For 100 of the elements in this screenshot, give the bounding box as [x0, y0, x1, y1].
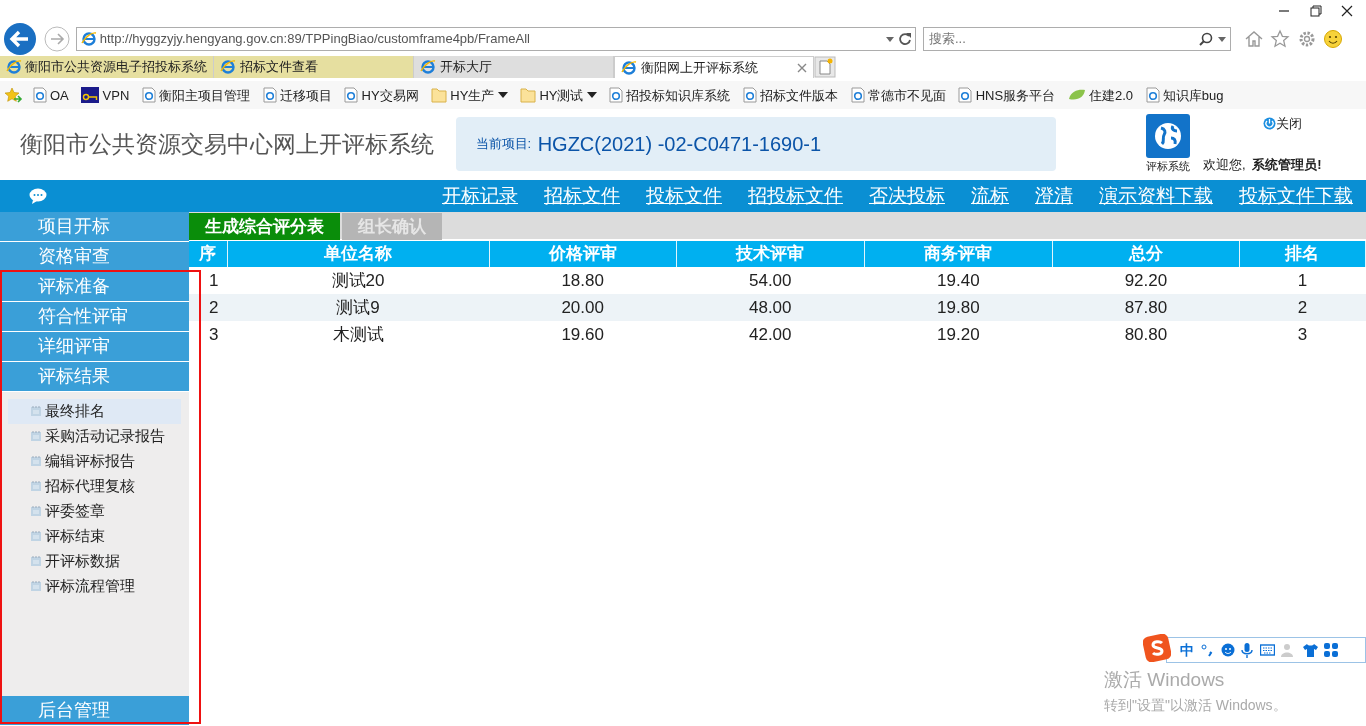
nav-link[interactable]: 招投标文件 [735, 181, 856, 211]
favorite-link[interactable]: 知识库bug [1142, 85, 1227, 105]
microphone-icon[interactable] [1241, 642, 1253, 658]
favorite-link[interactable]: 住建2.0 [1064, 85, 1136, 105]
sidebar-item[interactable]: 采购活动记录报告 [8, 423, 181, 449]
folder-icon [431, 87, 448, 104]
dropdown-icon[interactable] [884, 34, 895, 44]
browser-icon [220, 59, 237, 75]
key-icon [81, 87, 100, 104]
page-icon [1145, 87, 1160, 104]
favorite-link[interactable]: VPN [78, 85, 133, 105]
table-cell: 80.80 [1052, 321, 1240, 348]
notepad-icon [30, 555, 42, 567]
table-cell: 19.60 [489, 321, 677, 348]
chat-icon[interactable] [29, 188, 47, 204]
logout-link[interactable]: 关闭 [1262, 114, 1302, 134]
column-header: 排名 [1239, 241, 1366, 267]
grid-icon[interactable] [1324, 643, 1338, 657]
column-header: 单位名称 [227, 241, 490, 267]
favorite-link[interactable]: 常德市不见面 [847, 85, 949, 105]
browser-icon [80, 31, 97, 47]
table-cell: 87.80 [1052, 294, 1240, 321]
favorite-link[interactable]: 衡阳主项目管理 [138, 85, 254, 105]
back-icon[interactable] [3, 22, 38, 56]
favorite-link[interactable]: OA [29, 85, 72, 105]
table-cell: 2 [1239, 294, 1366, 321]
table-cell: 20.00 [489, 294, 677, 321]
tab[interactable]: 生成综合评分表 [189, 213, 340, 240]
ime-logo-icon[interactable] [1143, 634, 1171, 662]
emoji-icon[interactable] [1220, 643, 1235, 657]
table-cell: 19.20 [864, 321, 1053, 348]
nav-link[interactable]: 否决投标 [856, 181, 958, 211]
browser-icon [6, 59, 22, 75]
close-icon[interactable] [1341, 5, 1353, 17]
favorite-link[interactable]: 招投标知识库系统 [606, 85, 734, 105]
favorite-link[interactable]: HY生产 [428, 85, 511, 105]
table-cell: 92.20 [1052, 267, 1240, 294]
browser-icon [621, 59, 638, 76]
table-cell: 54.00 [676, 267, 865, 294]
favorite-link[interactable]: HNS服务平台 [955, 85, 1059, 105]
nav-link[interactable]: 澄清 [1022, 181, 1086, 211]
star-icon[interactable] [1270, 29, 1291, 49]
icon-label: 评标系统 [1146, 158, 1190, 174]
notepad-icon [30, 480, 42, 492]
project-code: HGZC(2021) -02-C0471-1690-1 [537, 132, 822, 157]
page-icon [262, 87, 277, 104]
search-icon[interactable] [1199, 32, 1214, 46]
sidebar-item[interactable]: 评委签章 [8, 498, 181, 524]
refresh-icon[interactable] [898, 32, 912, 46]
table-cell: 18.80 [489, 267, 677, 294]
nav-link[interactable]: 投标文件下载 [1226, 181, 1366, 211]
table-cell: 19.40 [864, 267, 1053, 294]
table-cell: 木测试 [227, 321, 490, 348]
browser-tab[interactable]: 开标大厅 [414, 56, 615, 78]
page-icon [32, 87, 47, 104]
search-box[interactable]: 搜索... [922, 27, 1231, 51]
nav-link[interactable]: 招标文件 [531, 181, 633, 211]
sidebar-item[interactable]: 评标结束 [8, 523, 181, 549]
notepad-icon [30, 405, 42, 417]
nav-link[interactable]: 演示资料下载 [1086, 181, 1226, 211]
input-mode-toggle[interactable]: 中 [1179, 639, 1194, 661]
column-header: 序 [189, 241, 227, 267]
table-cell: 测试9 [227, 294, 490, 321]
nav-link[interactable]: 流标 [958, 181, 1022, 211]
nav-link[interactable]: 开标记录 [429, 181, 531, 211]
table-cell: 3 [189, 321, 227, 348]
table-cell: 1 [1239, 267, 1366, 294]
watermark-title: 激活 Windows [1104, 668, 1226, 692]
browser-tab[interactable]: 衡阳网上开评标系统 [614, 56, 815, 78]
favorite-link[interactable]: 迁移项目 [259, 85, 335, 105]
page-icon [850, 87, 865, 104]
punctuation-icon[interactable] [1200, 643, 1214, 657]
favorites-icon[interactable] [3, 86, 24, 105]
browser-tab[interactable]: 招标文件查看 [214, 56, 415, 78]
favorite-link[interactable]: HY交易网 [341, 85, 422, 105]
home-icon[interactable] [1243, 29, 1264, 49]
notepad-icon [30, 455, 42, 467]
favorite-link[interactable]: 招标文件版本 [739, 85, 842, 105]
shirt-icon[interactable] [1302, 643, 1318, 657]
sidebar-item[interactable]: 招标代理复核 [8, 473, 181, 499]
page-icon [958, 87, 973, 104]
restore-icon[interactable] [1309, 5, 1322, 17]
page-icon [609, 87, 624, 104]
column-header: 技术评审 [676, 241, 865, 267]
dropdown-icon[interactable] [1216, 34, 1227, 44]
table-cell: 19.80 [864, 294, 1053, 321]
table-cell: 3 [1239, 321, 1366, 348]
keyboard-icon[interactable] [1259, 644, 1275, 656]
sidebar-item[interactable]: 评标流程管理 [8, 573, 181, 599]
browser-tab[interactable]: 衡阳市公共资源电子招投标系统 [0, 56, 215, 78]
sidebar-item[interactable]: 开评标数据 [8, 548, 181, 574]
browser-icon [420, 59, 437, 75]
nav-link[interactable]: 投标文件 [633, 181, 735, 211]
notepad-icon [30, 580, 42, 592]
sidebar-item[interactable]: 最终排名 [8, 398, 181, 424]
favorite-link[interactable]: HY测试 [517, 85, 600, 105]
page-icon [344, 87, 359, 104]
sidebar-item[interactable]: 编辑评标报告 [8, 448, 181, 474]
address-bar[interactable]: http://hyggzyjy.hengyang.gov.cn:89/TPPingBiao/customframe4pb/FrameAll [76, 27, 917, 51]
smiley-icon[interactable] [1323, 29, 1344, 49]
